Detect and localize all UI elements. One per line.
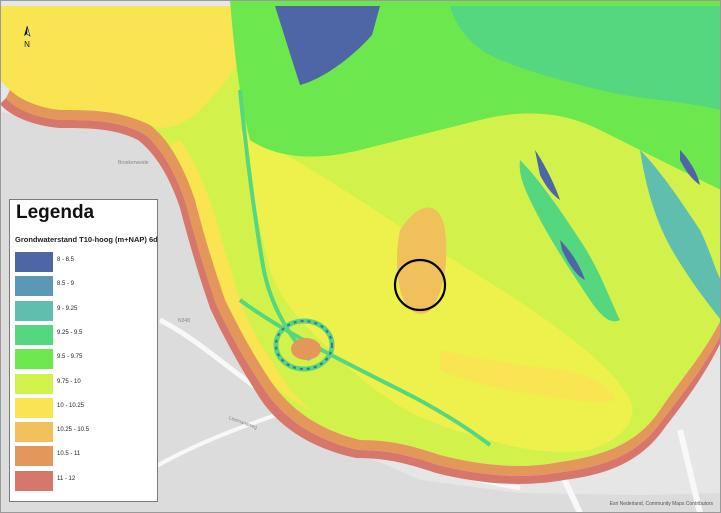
legend-item: 8.5 - 9 [15,276,155,297]
legend-item: 9.25 - 9.5 [15,324,155,345]
legend-label: 10.5 - 11 [57,451,81,458]
legend-label: 8.5 - 9 [57,281,75,288]
legend-swatch [15,422,53,443]
north-arrow-icon: N [24,25,31,49]
legend-swatch [15,470,53,491]
legend-item: 10.25 - 10.5 [15,422,155,443]
legend-item: 9 - 9.25 [15,300,155,321]
legend-subtitle: Grondwaterstand T10-hoog (m+NAP) 6d [15,235,158,244]
legend-label: 10.25 - 10.5 [57,427,90,434]
legend-swatch [15,397,53,418]
legend-title: Legenda [16,202,95,223]
legend-swatch [15,276,53,297]
legend-swatch [15,300,53,321]
legend-swatch [15,349,53,370]
legend-label: 10 - 10.25 [57,402,85,409]
legend-swatch [15,373,53,394]
road-label: N348 [178,318,190,324]
legend-label: 8 - 8.5 [57,257,75,263]
legend-item: 9.75 - 10 [15,373,155,394]
legend-swatch [15,446,53,467]
zone-10.5-11 [291,338,321,360]
north-label: N [24,40,30,49]
legend-item: 10.5 - 11 [15,446,155,467]
legend-item: 9.5 - 9.75 [15,349,155,370]
road-label: Broekerweide [118,160,149,166]
legend-item: 11 - 12 [15,470,155,491]
legend-item: 10 - 10.25 [15,397,155,418]
legend-swatch [15,324,53,345]
legend-label: 9.25 - 9.5 [57,329,83,336]
legend-panel: Legenda Grondwaterstand T10-hoog (m+NAP)… [9,199,158,502]
legend-label: 9 - 9.25 [57,305,78,312]
legend-label: 9.75 - 10 [57,378,81,385]
legend-label: 11 - 12 [57,475,76,482]
attribution-text: Esri Nederland, Community Maps Contribut… [609,501,713,507]
legend-label: 9.5 - 9.75 [57,354,83,361]
legend-item: 8 - 8.5 [15,252,155,272]
legend-swatch [15,252,53,272]
